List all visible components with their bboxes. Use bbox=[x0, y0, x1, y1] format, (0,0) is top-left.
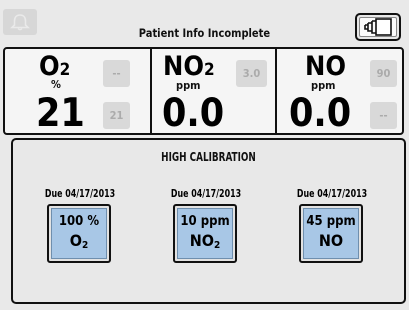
calibrate-o2-button[interactable]: 100 % O2 bbox=[47, 204, 111, 263]
gas-readings-panel: O2 % 21 -- 21 NO2 ppm 0.0 3.0 NO ppm 0.0… bbox=[3, 47, 404, 135]
o2-setting-bottom[interactable]: 21 bbox=[103, 102, 130, 129]
divider bbox=[275, 49, 277, 133]
due-date-no2: Due 04/17/2013 bbox=[170, 187, 242, 200]
due-date-o2: Due 04/17/2013 bbox=[44, 187, 116, 200]
calibration-panel: HIGH CALIBRATION Due 04/17/2013 Due 04/1… bbox=[11, 138, 406, 304]
calibrate-no-button[interactable]: 45 ppm NO bbox=[299, 204, 363, 263]
no-setting-top[interactable]: 90 bbox=[370, 60, 397, 87]
o2-value: 21 bbox=[36, 91, 85, 136]
o2-unit: % bbox=[51, 78, 61, 91]
calibrate-no-value: 45 ppm bbox=[306, 213, 356, 229]
no2-value: 0.0 bbox=[162, 91, 225, 136]
calibrate-o2-gas: O2 bbox=[69, 230, 89, 251]
no-value: 0.0 bbox=[289, 91, 352, 136]
header-title: Patient Info Incomplete bbox=[138, 26, 271, 40]
window-menu-button[interactable] bbox=[355, 13, 401, 41]
no-setting-bottom[interactable]: -- bbox=[370, 102, 397, 129]
calibrate-no2-value: 10 ppm bbox=[180, 213, 230, 229]
calibrate-no2-gas: NO2 bbox=[189, 230, 221, 251]
due-date-no: Due 04/17/2013 bbox=[296, 187, 368, 200]
screen: Patient Info Incomplete O2 % 21 -- 21 NO… bbox=[0, 0, 409, 310]
stacked-windows-icon bbox=[364, 18, 392, 36]
no2-setting-top[interactable]: 3.0 bbox=[236, 60, 267, 87]
calibrate-o2-value: 100 % bbox=[58, 213, 100, 229]
o2-setting-top[interactable]: -- bbox=[103, 60, 130, 87]
divider bbox=[150, 49, 152, 133]
calibrate-no2-button[interactable]: 10 ppm NO2 bbox=[173, 204, 237, 263]
calibrate-no-gas: NO bbox=[318, 230, 344, 250]
calibration-title: HIGH CALIBRATION bbox=[161, 150, 256, 164]
